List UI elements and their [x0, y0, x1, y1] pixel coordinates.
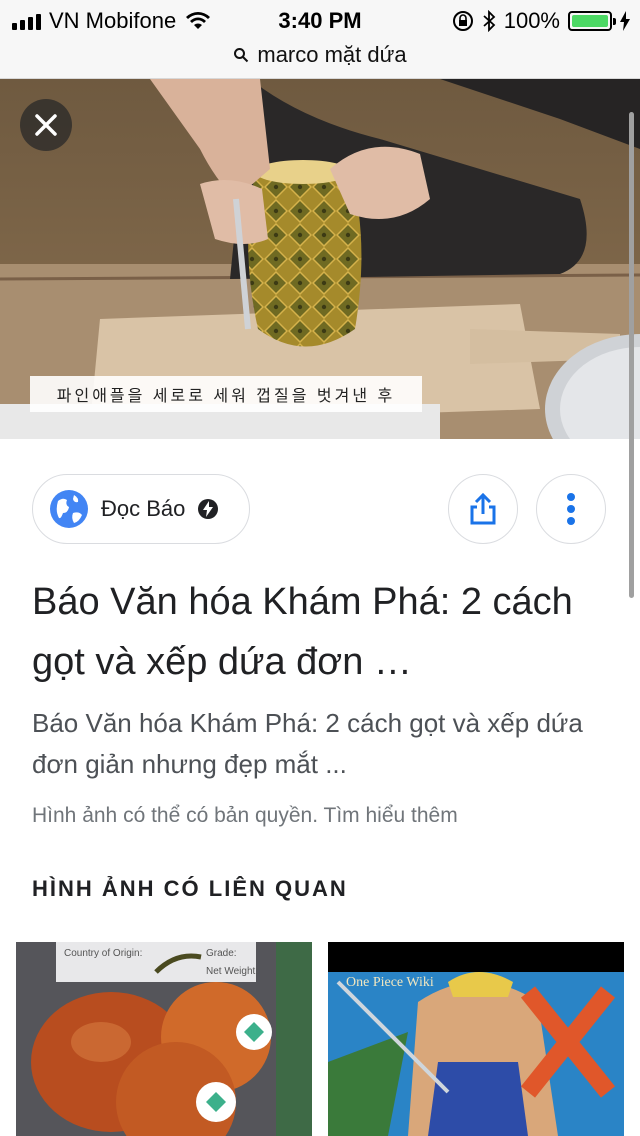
learn-more-link[interactable]: Tìm hiểu thêm	[324, 804, 458, 827]
battery-fill	[572, 15, 608, 27]
status-bar: VN Mobifone 3:40 PM 100%	[0, 0, 640, 40]
status-icons: 100%	[452, 8, 630, 34]
result-description: Báo Văn hóa Khám Phá: 2 cách gọt và xếp …	[32, 708, 583, 779]
globe-icon	[50, 490, 88, 528]
url-bar[interactable]: marco mặt dứa	[0, 40, 640, 79]
amp-lightning-icon	[198, 499, 219, 519]
one-piece-artwork: One Piece Wiki	[328, 942, 624, 1136]
share-icon	[470, 492, 496, 525]
copyright-notice: Hình ảnh có thể có bản quyền. Tìm hiểu t…	[32, 804, 458, 828]
scrollbar[interactable]	[629, 112, 634, 598]
search-icon	[234, 48, 249, 63]
close-icon	[35, 114, 57, 136]
label-line-3: Net Weight:	[206, 966, 258, 977]
search-query: marco mặt dứa	[257, 42, 407, 67]
wiki-watermark: One Piece Wiki	[346, 975, 434, 990]
more-options-button[interactable]	[536, 474, 606, 544]
copyright-text: Hình ảnh có thể có bản quyền.	[32, 804, 319, 827]
related-image-2[interactable]: One Piece Wiki	[328, 942, 624, 1136]
bluetooth-icon	[483, 10, 496, 32]
tamarillo-photo: Country of Origin: Grade: Net Weight:	[16, 942, 312, 1136]
battery-percent: 100%	[503, 8, 560, 33]
source-name: Đọc Báo	[101, 496, 186, 521]
more-vert-icon	[567, 493, 575, 525]
share-button[interactable]	[448, 474, 518, 544]
related-image-1[interactable]: Country of Origin: Grade: Net Weight:	[16, 942, 312, 1136]
battery-icon	[568, 11, 616, 31]
close-button[interactable]	[20, 99, 72, 151]
image-caption: 파인애플을 세로로 세워 껍질을 벗겨낸 후	[30, 376, 422, 412]
result-title[interactable]: Báo Văn hóa Khám Phá: 2 cách gọt và xếp …	[32, 572, 592, 692]
source-chip[interactable]: Đọc Báo	[32, 474, 250, 544]
charging-icon	[620, 11, 630, 31]
label-line-2: Grade:	[206, 948, 237, 959]
orientation-lock-icon	[452, 11, 473, 31]
label-line-1: Country of Origin:	[64, 948, 142, 959]
related-images-heading: HÌNH ẢNH CÓ LIÊN QUAN	[32, 876, 348, 901]
